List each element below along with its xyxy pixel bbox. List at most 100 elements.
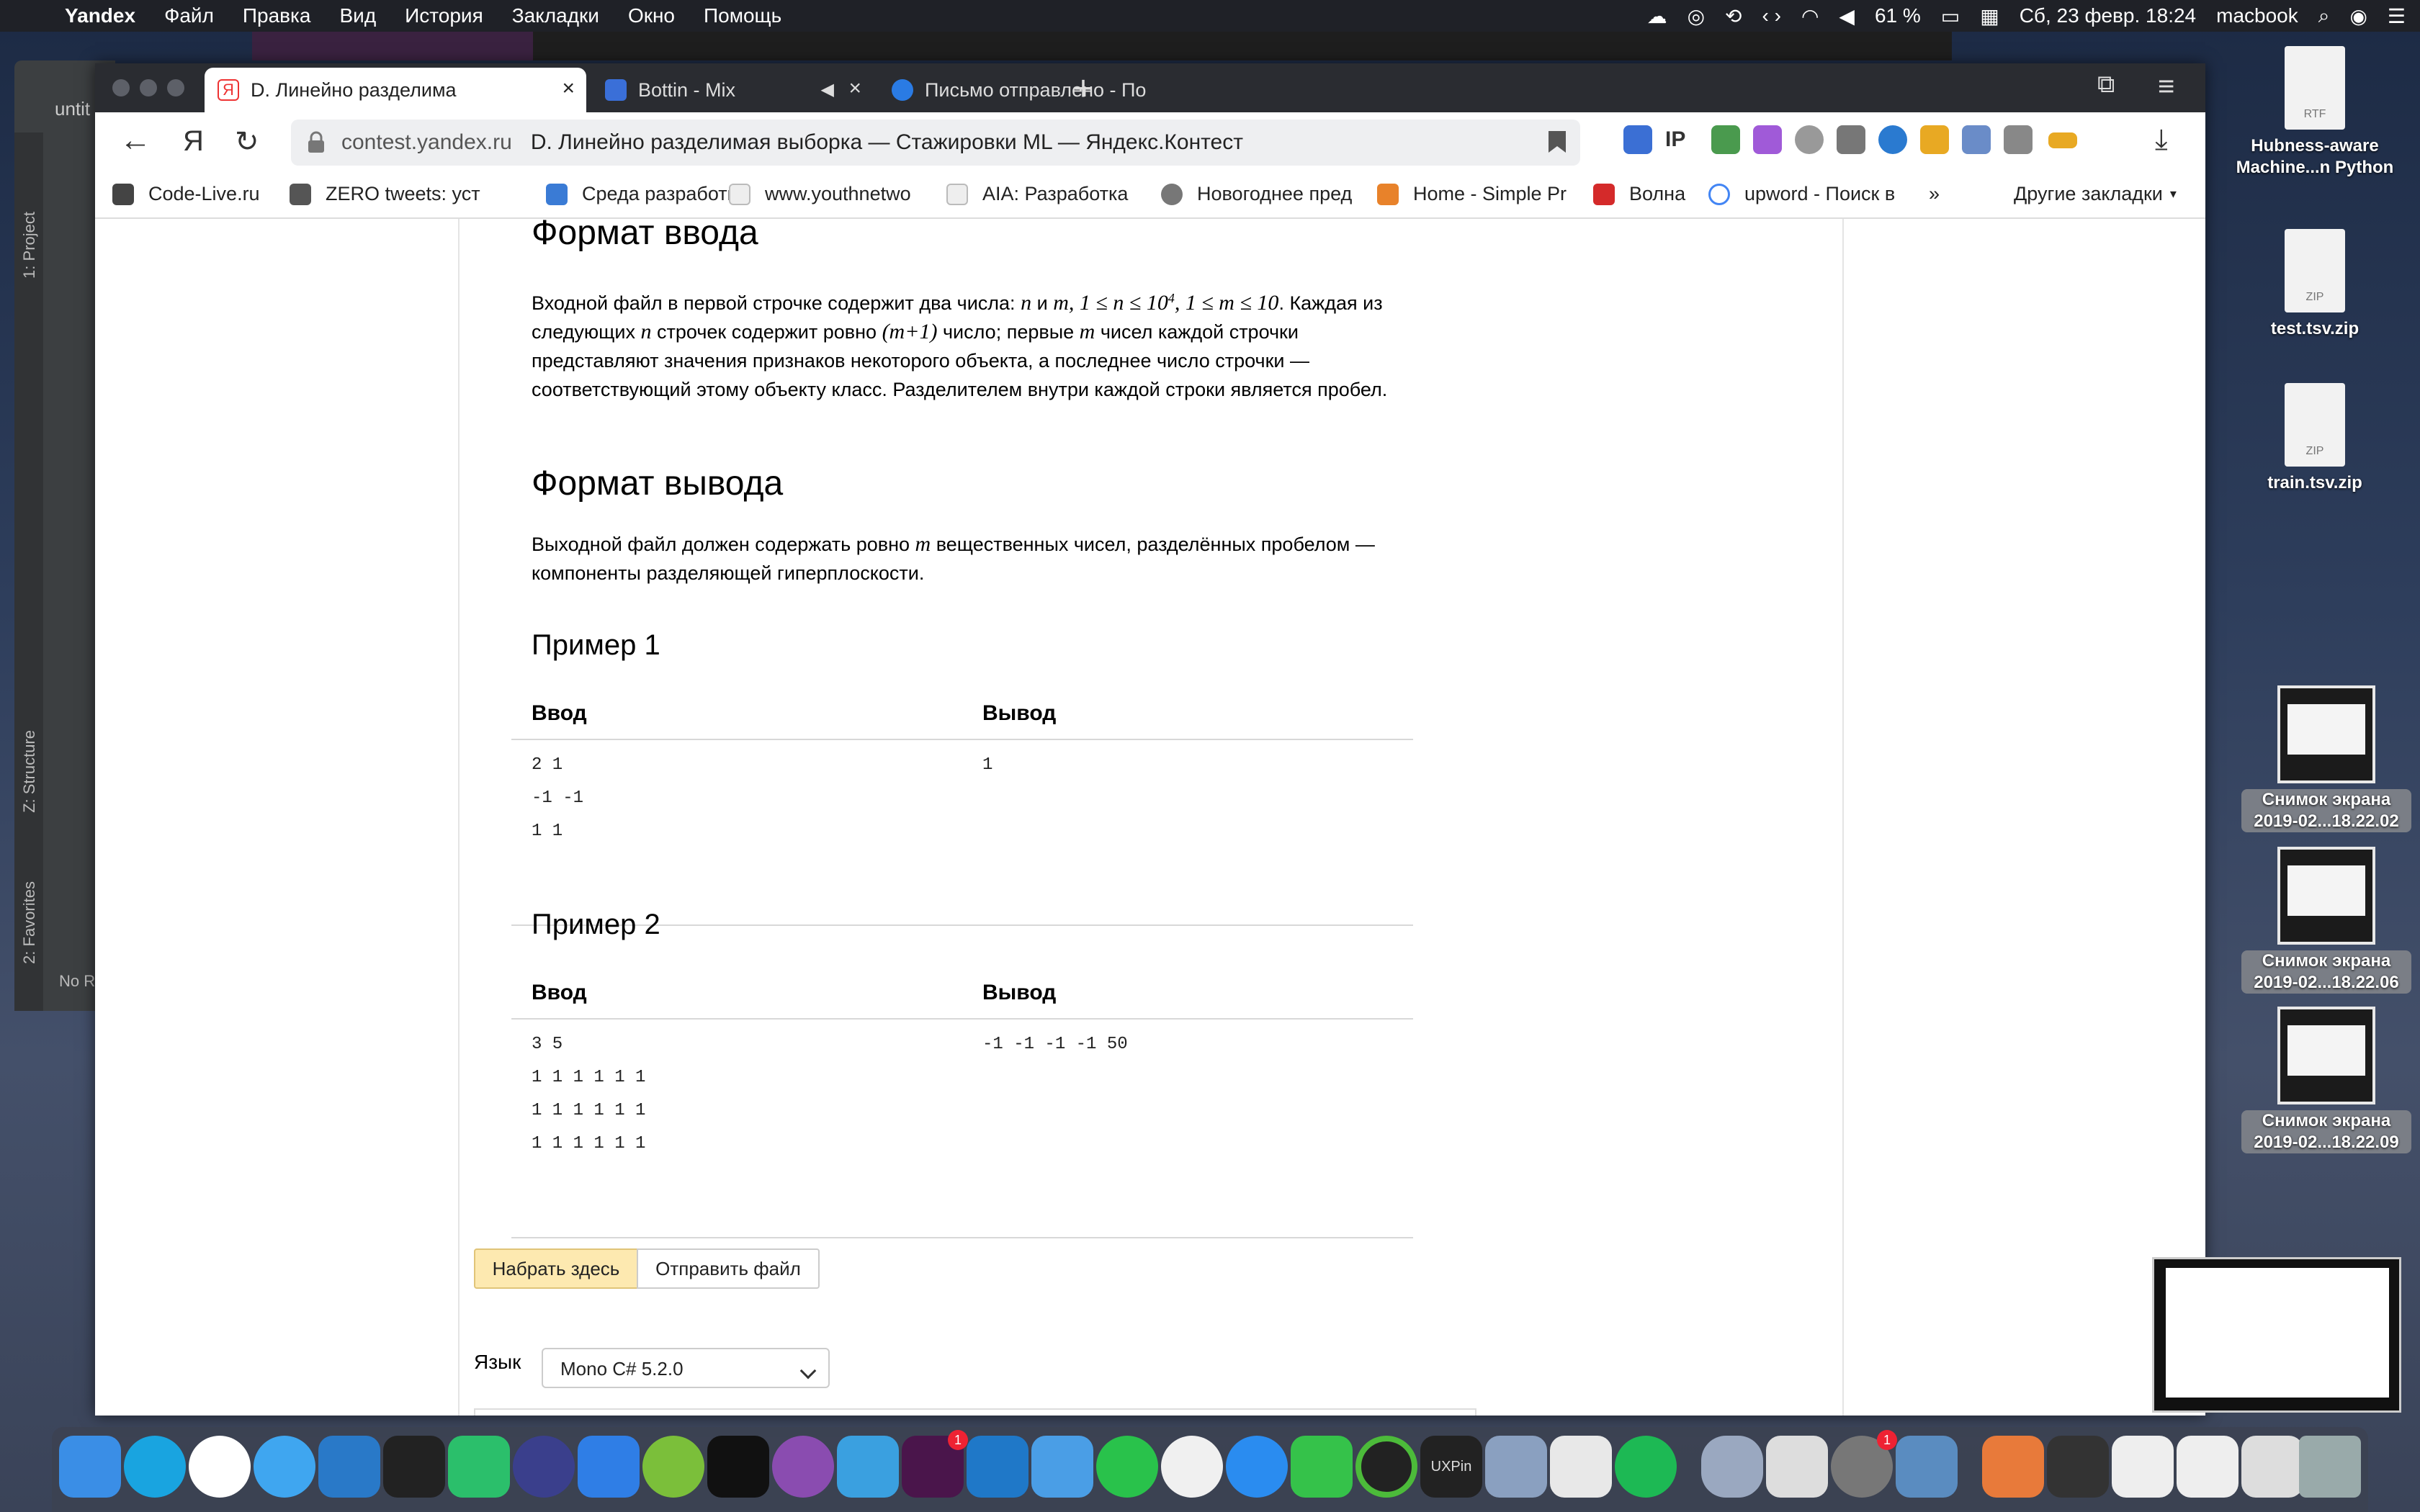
numbers-chart-icon[interactable] xyxy=(1550,1436,1612,1498)
reload-icon[interactable]: ↻ xyxy=(235,125,259,158)
recent-stack-icon[interactable] xyxy=(2241,1436,2303,1498)
ide-project-tab[interactable]: 1: Project xyxy=(20,212,39,279)
window-zoom-button[interactable] xyxy=(167,79,184,96)
folder-icon[interactable] xyxy=(1031,1436,1093,1498)
speaker-icon[interactable]: ◀ xyxy=(821,79,834,100)
bookmark-item[interactable]: Home - Simple Pr xyxy=(1377,183,1615,205)
battery-percent[interactable]: 61 % xyxy=(1875,4,1921,27)
desktop-file-zip[interactable]: ZIP train.tsv.zip xyxy=(2230,383,2400,494)
facetime-icon[interactable] xyxy=(1291,1436,1353,1498)
flag-us-icon[interactable]: ▦ xyxy=(1980,4,1999,28)
desktop-screenshot[interactable]: Снимок экрана 2019-02...18.22.09 xyxy=(2241,1007,2411,1153)
menu-bookmarks[interactable]: Закладки xyxy=(512,4,599,27)
vscode-icon[interactable] xyxy=(318,1436,380,1498)
menu-file[interactable]: Файл xyxy=(164,4,214,27)
code-icon[interactable]: ‹ › xyxy=(1762,4,1781,27)
bookmark-item[interactable]: upword - Поиск в xyxy=(1708,183,1989,205)
menu-view[interactable]: Вид xyxy=(340,4,377,27)
desktop-file-rtf[interactable]: RTF Hubness-aware Machine...n Python xyxy=(2230,46,2400,179)
xcode-icon[interactable] xyxy=(578,1436,640,1498)
apple-icon[interactable] xyxy=(14,5,33,27)
bookmark-item[interactable]: AIA: Разработка xyxy=(946,183,1187,205)
extension-notes-icon[interactable] xyxy=(1920,125,1949,154)
close-tab-icon[interactable]: × xyxy=(562,76,575,101)
database-icon[interactable] xyxy=(1701,1436,1763,1498)
address-bar[interactable]: contest.yandex.ru D. Линейно разделимая … xyxy=(291,120,1580,166)
messages-icon[interactable] xyxy=(1226,1436,1288,1498)
new-tab-icon[interactable]: + xyxy=(1073,69,1093,109)
cloud-icon[interactable]: ☁ xyxy=(1647,4,1667,28)
creative-cloud-icon[interactable]: ◎ xyxy=(1688,4,1705,28)
ide-favorites-tab[interactable]: 2: Favorites xyxy=(20,881,39,964)
downloads-stack-icon[interactable] xyxy=(2177,1436,2238,1498)
time-machine-icon[interactable]: ⟲ xyxy=(1725,4,1742,28)
more-bookmarks-icon[interactable]: » xyxy=(1929,183,1940,205)
close-tab-icon[interactable]: × xyxy=(848,76,861,101)
other-bookmarks[interactable]: Другие закладки ▾ xyxy=(2014,183,2201,205)
spotify-icon[interactable] xyxy=(1615,1436,1677,1498)
wifi-icon[interactable]: ◠ xyxy=(1801,4,1819,28)
uxpin-icon[interactable]: UXPin xyxy=(1420,1436,1482,1498)
menu-app-name[interactable]: Yandex xyxy=(65,4,135,27)
user-name[interactable]: macbook xyxy=(2216,4,2298,27)
tab-bottin[interactable]: Bottin - Mix ◀ × xyxy=(592,68,873,112)
extension-battery-icon[interactable] xyxy=(2048,132,2077,148)
launchpad-grid-icon[interactable] xyxy=(2047,1436,2109,1498)
trash-icon[interactable] xyxy=(2299,1436,2361,1498)
bookmark-icon[interactable] xyxy=(1549,131,1566,153)
tab-contest[interactable]: Я D. Линейно разделима × xyxy=(205,68,586,112)
system-preferences-icon[interactable]: 1 xyxy=(1831,1430,1897,1498)
activity-ring-icon[interactable] xyxy=(1355,1436,1417,1498)
window-close-button[interactable] xyxy=(112,79,130,96)
trello-icon[interactable] xyxy=(967,1436,1028,1498)
extension-flag-icon[interactable] xyxy=(1623,125,1652,154)
desktop-screenshot[interactable]: Снимок экрана 2019-02...18.22.02 xyxy=(2241,685,2411,832)
type-here-button[interactable]: Набрать здесь xyxy=(474,1248,638,1289)
extension-counter-icon[interactable] xyxy=(1962,125,1991,154)
extension-pocket-icon[interactable] xyxy=(1837,125,1865,154)
siri-icon[interactable]: ◉ xyxy=(2349,4,2367,28)
safari-icon[interactable] xyxy=(254,1436,315,1498)
pycharm-icon[interactable] xyxy=(448,1436,510,1498)
whatsapp-icon[interactable] xyxy=(1096,1436,1158,1498)
extension-wave-icon[interactable] xyxy=(1878,125,1907,154)
menu-edit[interactable]: Правка xyxy=(243,4,311,27)
eclipse-icon[interactable] xyxy=(513,1436,575,1498)
github-desktop-icon[interactable] xyxy=(772,1436,834,1498)
notification-center-icon[interactable]: ☰ xyxy=(2388,4,2406,28)
ide-structure-tab[interactable]: Z: Structure xyxy=(20,730,39,813)
yandex-browser-icon[interactable] xyxy=(189,1436,251,1498)
photos-icon[interactable] xyxy=(1161,1436,1223,1498)
extension-feather-icon[interactable] xyxy=(1753,125,1782,154)
window-minimize-button[interactable] xyxy=(140,79,157,96)
menu-help[interactable]: Помощь xyxy=(704,4,781,27)
tab-mail[interactable]: Письмо отправлено - По xyxy=(879,68,1188,112)
preview-icon[interactable] xyxy=(1896,1436,1958,1498)
screenshots-stack-icon[interactable] xyxy=(2112,1436,2174,1498)
menu-history[interactable]: История xyxy=(405,4,483,27)
browser-menu-icon[interactable]: ≡ xyxy=(2158,71,2174,103)
downloads-icon[interactable]: ⤓ xyxy=(2155,124,2168,156)
slack-icon[interactable]: 1 xyxy=(902,1430,968,1498)
desktop-screenshot[interactable]: Снимок экрана 2019-02...18.22.06 xyxy=(2241,847,2411,994)
extension-bulb-icon[interactable] xyxy=(1795,125,1824,154)
screenshot-preview-thumbnail[interactable] xyxy=(2152,1257,2401,1413)
search-icon[interactable]: ⌕ xyxy=(2318,4,2330,28)
battery-icon[interactable]: ▭ xyxy=(1941,4,1960,28)
settings-gear-icon[interactable] xyxy=(1485,1436,1547,1498)
yandex-home-icon[interactable]: Я xyxy=(183,125,204,158)
extension-ip-icon[interactable]: IP xyxy=(1665,125,1694,154)
keynote-icon[interactable] xyxy=(837,1436,899,1498)
extension-puzzle-icon[interactable] xyxy=(2004,125,2033,154)
datetime[interactable]: Сб, 23 февр. 18:24 xyxy=(2020,4,2196,27)
finder-icon[interactable] xyxy=(59,1436,121,1498)
skype-icon[interactable] xyxy=(124,1436,186,1498)
documents-stack-icon[interactable] xyxy=(1982,1436,2044,1498)
terminal-icon[interactable] xyxy=(707,1436,769,1498)
extension-download-icon[interactable] xyxy=(1711,125,1740,154)
volume-icon[interactable]: ◀ xyxy=(1839,4,1855,28)
tabs-overview-icon[interactable]: ⧉ xyxy=(2097,71,2115,99)
intellij-icon[interactable] xyxy=(383,1436,445,1498)
upload-file-button[interactable]: Отправить файл xyxy=(637,1248,820,1289)
android-studio-icon[interactable] xyxy=(642,1436,704,1498)
